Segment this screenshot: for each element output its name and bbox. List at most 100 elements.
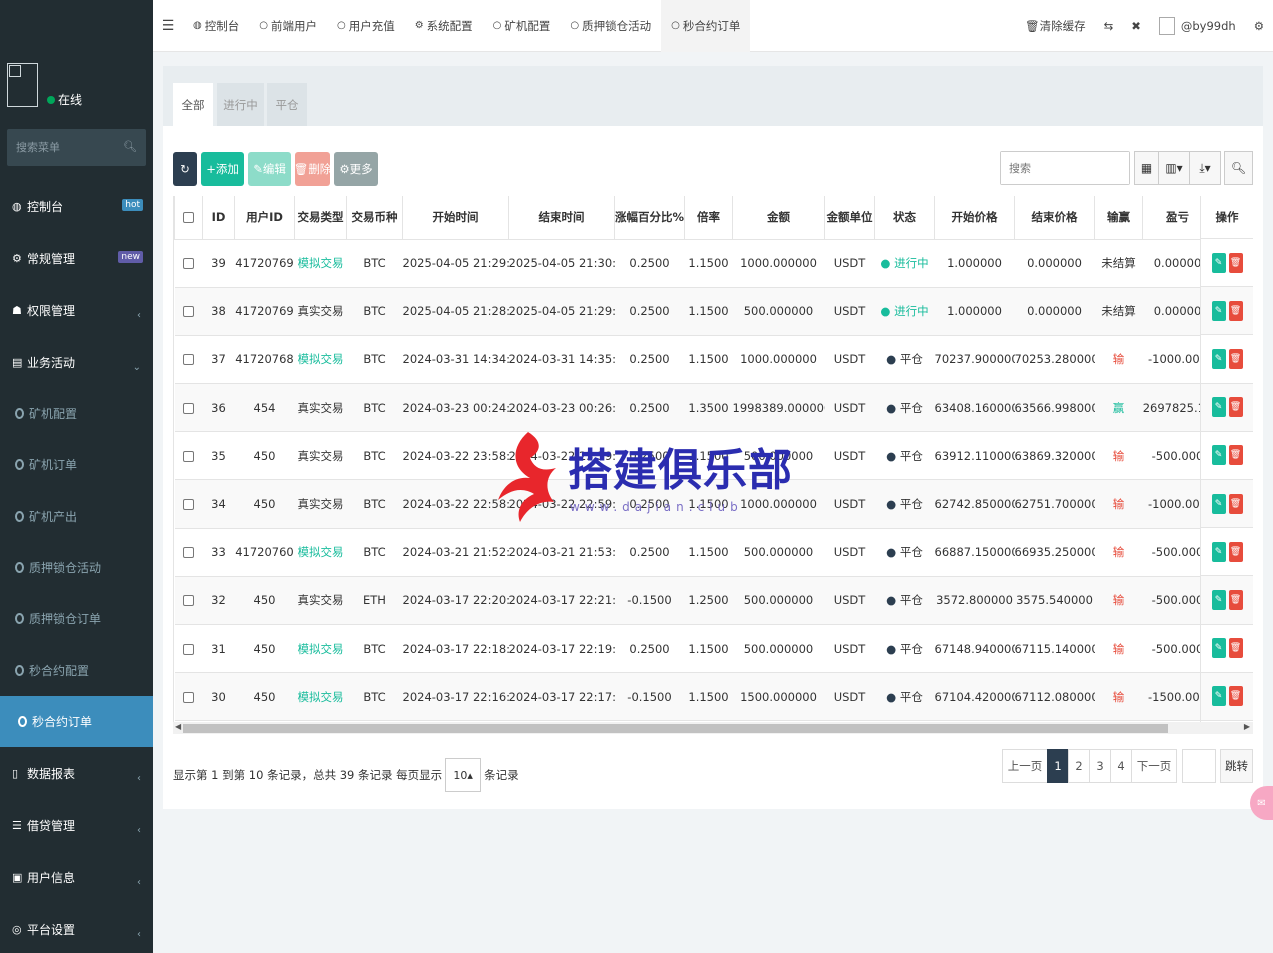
table-row[interactable]: 32450真实交易ETH2024-03-17 22:20:232024-03-1… bbox=[174, 576, 1253, 626]
row-select[interactable] bbox=[174, 576, 203, 626]
col-header[interactable]: 交易币种 bbox=[346, 196, 403, 240]
row-select[interactable] bbox=[174, 672, 203, 722]
row-select[interactable] bbox=[174, 383, 203, 433]
sidebar-sub-miner-config[interactable]: 矿机配置 bbox=[0, 388, 153, 439]
page-button[interactable]: 1 bbox=[1047, 749, 1069, 783]
row-select[interactable] bbox=[174, 239, 203, 288]
row-select[interactable] bbox=[174, 335, 203, 385]
jump-page-input[interactable] bbox=[1182, 749, 1216, 783]
menu-toggle-icon[interactable]: ☰ bbox=[153, 18, 183, 34]
row-select[interactable] bbox=[174, 624, 203, 674]
more-button[interactable]: ⚙ 更多 bbox=[334, 152, 378, 186]
advanced-search-button[interactable]: 🔍︎ bbox=[1224, 151, 1253, 185]
clear-cache-button[interactable]: 🗑︎ 清除缓存 bbox=[1016, 18, 1095, 34]
row-select[interactable] bbox=[174, 528, 203, 577]
row-delete-button[interactable]: 🗑︎ bbox=[1228, 445, 1243, 466]
jump-button[interactable]: 跳转 bbox=[1220, 749, 1253, 783]
checkbox[interactable] bbox=[183, 258, 194, 270]
checkbox[interactable] bbox=[183, 691, 194, 703]
row-delete-button[interactable]: 🗑︎ bbox=[1228, 493, 1243, 514]
sidebar-sub-staking-order[interactable]: 质押锁仓订单 bbox=[0, 593, 153, 644]
export-button[interactable]: ⤓▾ bbox=[1189, 151, 1221, 185]
tab-staking-activity[interactable]: ○ 质押锁仓活动 bbox=[560, 0, 661, 52]
tab-closed[interactable]: 平仓 bbox=[267, 83, 307, 126]
col-header[interactable]: 开始时间 bbox=[402, 196, 509, 240]
table-row[interactable]: 3941720769模拟交易BTC2025-04-05 21:29:002025… bbox=[174, 239, 1253, 288]
checkbox[interactable] bbox=[183, 450, 194, 462]
sidebar-item-reports[interactable]: ▯ 数据报表 ‹ bbox=[0, 747, 153, 799]
checkbox[interactable] bbox=[183, 547, 194, 559]
sidebar-item-general[interactable]: ⚙ 常规管理 new bbox=[0, 232, 153, 284]
col-header[interactable]: 交易类型 bbox=[294, 196, 347, 240]
checkbox[interactable] bbox=[183, 212, 194, 224]
row-delete-button[interactable]: 🗑︎ bbox=[1228, 348, 1243, 369]
sidebar-item-business[interactable]: ▤ 业务活动 ⌄ bbox=[0, 336, 153, 388]
floating-chat-button[interactable]: ✉ bbox=[1250, 786, 1273, 820]
checkbox[interactable] bbox=[183, 306, 194, 318]
table-row[interactable]: 3341720760模拟交易BTC2024-03-21 21:52:272024… bbox=[174, 528, 1253, 577]
language-button[interactable]: ⇆ bbox=[1095, 19, 1123, 33]
table-search-input[interactable] bbox=[1001, 152, 1129, 184]
col-header[interactable]: ID bbox=[202, 196, 235, 240]
sidebar-sub-miner-output[interactable]: 矿机产出 bbox=[0, 491, 153, 542]
page-button[interactable]: 3 bbox=[1089, 749, 1111, 783]
settings-button[interactable]: ⚙ bbox=[1245, 19, 1273, 33]
row-delete-button[interactable]: 🗑︎ bbox=[1228, 397, 1243, 418]
checkbox[interactable] bbox=[183, 402, 194, 414]
col-header[interactable]: 涨幅百分比% bbox=[614, 196, 685, 240]
search-icon[interactable]: 🔍︎ bbox=[123, 140, 137, 153]
sidebar-sub-contract-order[interactable]: 秒合约订单 bbox=[0, 695, 153, 748]
row-edit-button[interactable]: ✎ bbox=[1211, 348, 1226, 369]
col-header[interactable]: 用户ID bbox=[234, 196, 295, 240]
col-header[interactable]: 开始价格 bbox=[934, 196, 1015, 240]
row-edit-button[interactable]: ✎ bbox=[1211, 252, 1226, 273]
row-delete-button[interactable]: 🗑︎ bbox=[1228, 541, 1243, 562]
col-header[interactable]: 输赢 bbox=[1094, 196, 1143, 240]
sidebar-item-permission[interactable]: ☗ 权限管理 ‹ bbox=[0, 284, 153, 336]
table-row[interactable]: 3841720769真实交易BTC2025-04-05 21:28:352025… bbox=[174, 287, 1253, 336]
user-menu[interactable]: @by99dh bbox=[1150, 17, 1245, 35]
tab-contract-order[interactable]: ○ 秒合约订单 bbox=[661, 0, 751, 52]
page-size-select[interactable]: 10 ▴ bbox=[445, 758, 482, 792]
tab-user-recharge[interactable]: ○ 用户充值 bbox=[327, 0, 405, 52]
horizontal-scrollbar[interactable]: ◀ ▶ bbox=[173, 722, 1253, 734]
sidebar-item-dashboard[interactable]: ◍ 控制台 hot bbox=[0, 180, 153, 232]
toggle-view-button[interactable]: ▦ bbox=[1134, 151, 1159, 185]
row-edit-button[interactable]: ✎ bbox=[1211, 445, 1226, 466]
sidebar-item-platform[interactable]: ◎ 平台设置 ‹ bbox=[0, 903, 153, 953]
row-edit-button[interactable]: ✎ bbox=[1211, 686, 1226, 707]
row-edit-button[interactable]: ✎ bbox=[1211, 638, 1226, 659]
checkbox[interactable] bbox=[183, 595, 194, 607]
row-edit-button[interactable]: ✎ bbox=[1211, 300, 1226, 321]
tab-all[interactable]: 全部 bbox=[173, 83, 213, 126]
tab-in-progress[interactable]: 进行中 bbox=[217, 83, 264, 126]
col-header[interactable]: 金额单位 bbox=[824, 196, 875, 240]
checkbox[interactable] bbox=[183, 643, 194, 655]
row-delete-button[interactable]: 🗑︎ bbox=[1228, 252, 1243, 273]
tab-dashboard[interactable]: ◍ 控制台 bbox=[183, 0, 249, 52]
next-page-button[interactable]: 下一页 bbox=[1131, 749, 1177, 783]
col-header[interactable]: 倍率 bbox=[684, 196, 733, 240]
row-select[interactable] bbox=[174, 431, 203, 481]
sidebar-sub-staking-activity[interactable]: 质押锁仓活动 bbox=[0, 542, 153, 593]
row-delete-button[interactable]: 🗑︎ bbox=[1228, 589, 1243, 610]
row-edit-button[interactable]: ✎ bbox=[1211, 541, 1226, 562]
sidebar-sub-miner-order[interactable]: 矿机订单 bbox=[0, 439, 153, 490]
add-button[interactable]: + 添加 bbox=[201, 152, 244, 186]
select-all[interactable] bbox=[174, 196, 203, 240]
col-header[interactable]: 状态 bbox=[874, 196, 935, 240]
col-header[interactable]: 结束价格 bbox=[1014, 196, 1095, 240]
tab-frontend-users[interactable]: ○ 前端用户 bbox=[249, 0, 327, 52]
prev-page-button[interactable]: 上一页 bbox=[1002, 749, 1048, 783]
tab-miner-config[interactable]: ○ 矿机配置 bbox=[483, 0, 561, 52]
page-button[interactable]: 2 bbox=[1068, 749, 1090, 783]
fullscreen-button[interactable]: ✖ bbox=[1122, 19, 1150, 33]
table-row[interactable]: 35450真实交易BTC2024-03-22 23:58:122024-03-2… bbox=[174, 431, 1253, 481]
delete-button[interactable]: 🗑︎ 删除 bbox=[294, 152, 331, 186]
page-button[interactable]: 4 bbox=[1110, 749, 1132, 783]
tab-system-config[interactable]: ⚙ 系统配置 bbox=[405, 0, 483, 52]
row-select[interactable] bbox=[174, 287, 203, 336]
sidebar-item-loans[interactable]: ☰ 借贷管理 ‹ bbox=[0, 799, 153, 851]
refresh-button[interactable]: ↻ bbox=[173, 152, 197, 186]
table-row[interactable]: 36454真实交易BTC2024-03-23 00:24:422024-03-2… bbox=[174, 383, 1253, 433]
